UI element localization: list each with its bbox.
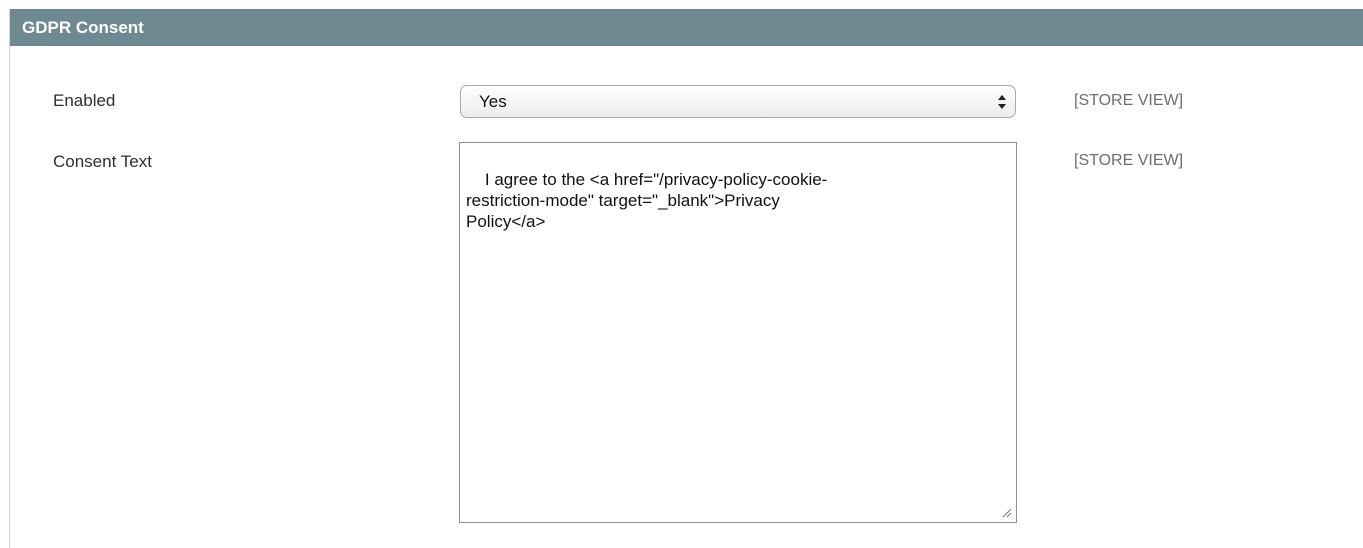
enabled-label: Enabled bbox=[53, 91, 116, 110]
consent-text-label: Consent Text bbox=[53, 152, 152, 171]
enabled-scope-label: [STORE VIEW] bbox=[1074, 92, 1184, 109]
gdpr-consent-panel: GDPR Consent Enabled Yes [STORE VIEW] Co… bbox=[9, 9, 1363, 548]
enabled-select-value: Yes bbox=[479, 92, 507, 111]
consent-text-textarea[interactable]: I agree to the <a href="/privacy-policy-… bbox=[459, 142, 1017, 523]
consent-text-value: I agree to the <a href="/privacy-policy-… bbox=[466, 170, 828, 231]
section-header[interactable]: GDPR Consent bbox=[10, 9, 1363, 46]
section-title: GDPR Consent bbox=[22, 17, 144, 37]
resize-grip-icon[interactable] bbox=[1002, 508, 1012, 518]
enabled-select[interactable]: Yes bbox=[460, 85, 1016, 118]
select-arrows-icon bbox=[998, 95, 1006, 109]
consent-text-scope-label: [STORE VIEW] bbox=[1074, 152, 1184, 169]
